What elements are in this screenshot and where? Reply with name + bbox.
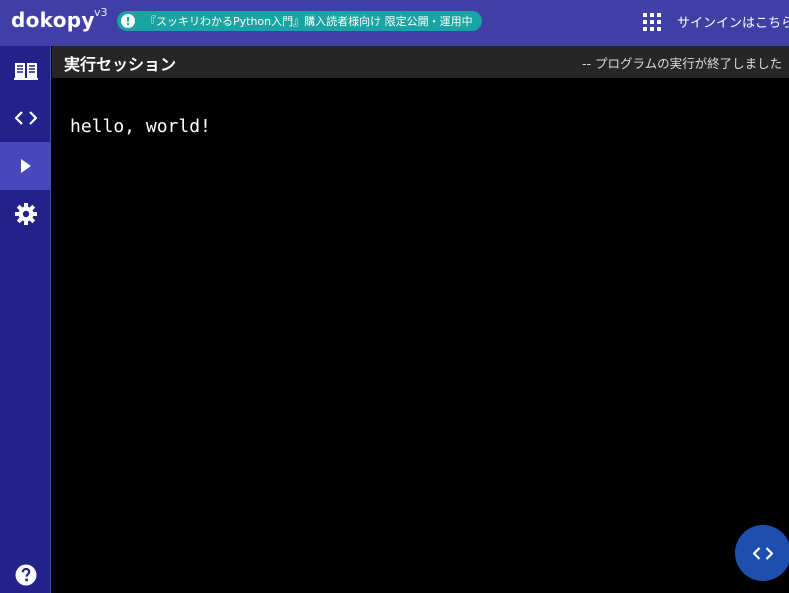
version-badge: v3 bbox=[94, 6, 108, 19]
sidebar bbox=[0, 46, 51, 593]
sidebar-item-help[interactable] bbox=[0, 551, 51, 593]
sidebar-item-run[interactable] bbox=[0, 142, 51, 190]
signin-link[interactable]: サインインはこちら bbox=[677, 12, 789, 31]
gear-icon bbox=[14, 203, 37, 225]
editor-fab-button[interactable] bbox=[735, 525, 789, 581]
code-icon bbox=[753, 546, 773, 560]
console-panel[interactable]: hello, world! bbox=[52, 78, 789, 593]
session-header: 実行セッション -- プログラムの実行が終了しました bbox=[52, 46, 789, 78]
sidebar-item-settings[interactable] bbox=[0, 190, 51, 238]
app-logo[interactable]: dokopy bbox=[11, 8, 95, 32]
session-title: 実行セッション bbox=[64, 55, 177, 74]
apps-grid-icon[interactable] bbox=[643, 13, 661, 31]
notice-text: 『スッキリわかるPython入門』購入読者様向け 限定公開・運用中 bbox=[145, 15, 473, 28]
exclamation-icon: ! bbox=[121, 14, 135, 28]
sidebar-item-docs[interactable] bbox=[0, 46, 51, 94]
book-icon bbox=[13, 63, 38, 80]
session-status: -- プログラムの実行が終了しました bbox=[582, 56, 783, 71]
notice-banner[interactable]: ! 『スッキリわかるPython入門』購入読者様向け 限定公開・運用中 bbox=[117, 11, 482, 31]
code-icon bbox=[14, 111, 37, 125]
help-icon bbox=[15, 564, 36, 586]
console-output: hello, world! bbox=[70, 116, 211, 137]
sidebar-item-editor[interactable] bbox=[0, 94, 51, 142]
play-icon bbox=[20, 159, 31, 173]
app-header: dokopy v3 ! 『スッキリわかるPython入門』購入読者様向け 限定公… bbox=[0, 0, 789, 46]
